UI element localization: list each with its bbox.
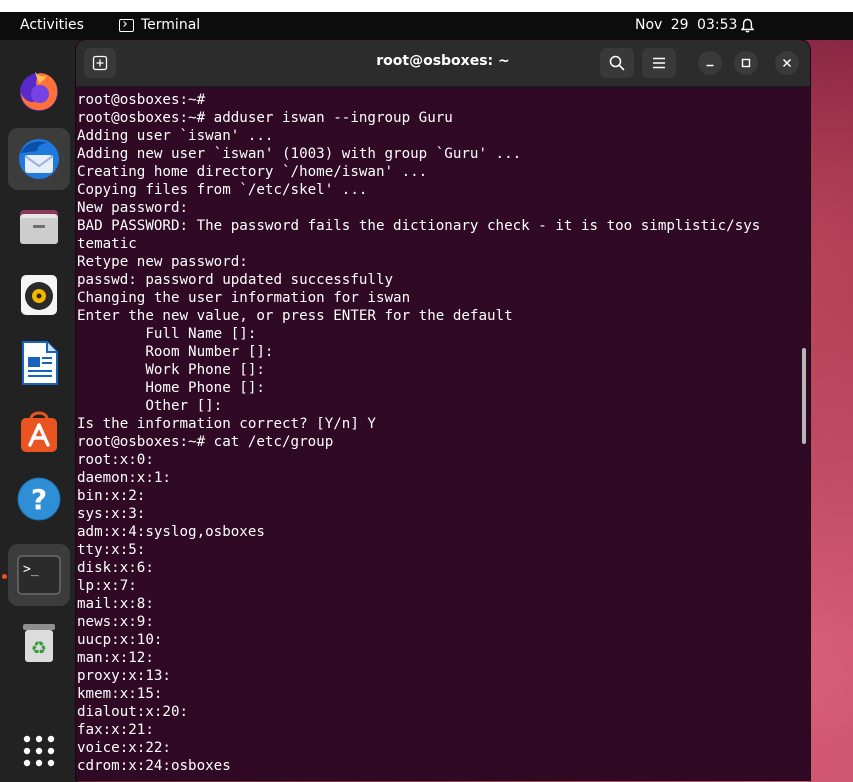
terminal-line: cdrom:x:24:osboxes [77,758,231,774]
activities-button[interactable]: Activities [20,17,84,33]
svg-text:>_: >_ [23,562,39,577]
terminal-line: fax:x:21: [77,722,154,738]
menu-button[interactable] [642,48,676,78]
terminal-line: daemon:x:1: [77,470,171,486]
terminal-line: proxy:x:13: [77,668,171,684]
terminal-line: adm:x:4:syslog,osboxes [77,524,265,540]
terminal-line: disk:x:6: [77,560,154,576]
files-icon [20,210,58,244]
terminal-line: BAD PASSWORD: The password fails the dic… [77,218,761,234]
terminal-line: root@osboxes:~# cat /etc/group [77,434,334,450]
hamburger-menu-icon [653,57,665,69]
dock-item-rhythmbox[interactable] [8,264,70,326]
svg-text:?: ? [31,483,47,516]
terminal-line: voice:x:22: [77,740,171,756]
terminal-line: Full Name []: [77,326,257,342]
clock[interactable]: Nov 29 03:53 [635,17,737,33]
close-button[interactable] [775,51,799,75]
terminal-line: Other []: [77,398,223,414]
terminal-line: root@osboxes:~# [77,92,206,108]
trash-icon: ♻ [23,624,55,662]
clock-date: Nov 29 [635,17,689,33]
terminal-line: kmem:x:15: [77,686,163,702]
alarm-clock-icon[interactable] [741,18,754,33]
terminal-line: lp:x:7: [77,578,137,594]
terminal-icon: >_ [17,555,61,595]
minimize-icon [706,64,714,67]
terminal-line: root@osboxes:~# adduser iswan --ingroup … [77,110,453,126]
terminal-line: Enter the new value, or press ENTER for … [77,308,513,324]
terminal-line: Creating home directory `/home/iswan' ..… [77,164,428,180]
terminal-line: mail:x:8: [77,596,154,612]
terminal-window: root@osboxes: ~ root@osboxes:~# root@osb… [76,40,810,780]
rhythmbox-icon [21,275,57,315]
help-icon: ? [17,477,61,521]
dock-item-show-apps[interactable] [8,720,70,782]
terminal-line: bin:x:2: [77,488,146,504]
terminal-line: Adding new user `iswan' (1003) with grou… [77,146,522,162]
dock-item-software[interactable] [8,400,70,462]
desktop: Activities Terminal Nov 29 03:53 ? >_ ♻ … [0,12,853,782]
running-indicator [2,574,7,579]
terminal-line: Copying files from `/etc/skel' ... [77,182,368,198]
ubuntu-software-icon [21,411,57,452]
dock-item-firefox[interactable] [8,60,70,122]
terminal-line: Adding user `iswan' ... [77,128,274,144]
dock-item-terminal[interactable]: >_ [8,544,70,606]
terminal-line: Is the information correct? [Y/n] Y [77,416,376,432]
maximize-button[interactable] [734,51,758,75]
terminal-line: Changing the user information for iswan [77,290,411,306]
search-icon [609,55,625,71]
app-menu-label: Terminal [141,17,201,33]
libreoffice-writer-icon [22,341,58,385]
firefox-icon [20,72,58,111]
app-menu[interactable]: Terminal [119,17,200,33]
dock: ? >_ ♻ [0,40,78,782]
terminal-line: Retype new password: [77,254,248,270]
terminal-line: sys:x:3: [77,506,146,522]
terminal-output[interactable]: root@osboxes:~# root@osboxes:~# adduser i… [77,91,797,780]
terminal-line: root:x:0: [77,452,154,468]
terminal-line: uucp:x:10: [77,632,163,648]
terminal-line: man:x:12: [77,650,154,666]
search-button[interactable] [600,48,634,78]
terminal-line: New password: [77,200,189,216]
show-apps-icon [23,735,55,767]
top-bar: Activities Terminal Nov 29 03:53 [0,12,853,40]
header-bar: root@osboxes: ~ [76,40,810,87]
terminal-icon [119,18,134,32]
clock-time: 03:53 [697,17,738,33]
terminal-line: Home Phone []: [77,380,265,396]
close-icon [782,58,792,68]
dock-item-writer[interactable] [8,332,70,394]
terminal-line: news:x:9: [77,614,154,630]
terminal-line: tty:x:5: [77,542,146,558]
thunderbird-icon [19,139,59,179]
dock-item-help[interactable]: ? [8,468,70,530]
terminal-line: Room Number []: [77,344,274,360]
dock-item-files[interactable] [8,196,70,258]
terminal-line: Work Phone []: [77,362,265,378]
scrollbar-thumb[interactable] [802,348,806,444]
terminal-line: dialout:x:20: [77,704,189,720]
minimize-button[interactable] [698,51,722,75]
dock-item-thunderbird[interactable] [8,128,70,190]
terminal-line: passwd: password updated successfully [77,272,394,288]
dock-item-trash[interactable]: ♻ [8,612,70,674]
terminal-line: tematic [77,236,137,252]
svg-text:♻: ♻ [31,638,47,659]
maximize-icon [741,58,751,68]
